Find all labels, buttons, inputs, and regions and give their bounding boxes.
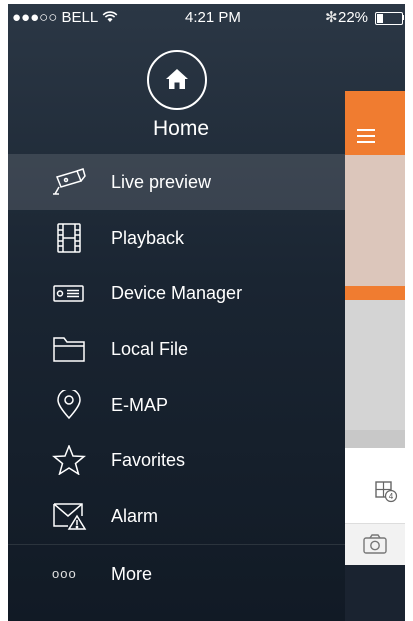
underlying-divider <box>345 430 405 448</box>
underlying-header <box>345 91 405 155</box>
menu-item-live-preview[interactable]: Live preview <box>8 154 345 210</box>
star-icon <box>52 445 86 476</box>
menu-label: Playback <box>111 227 185 248</box>
underlying-bottom <box>345 565 405 621</box>
carrier-name: BELL <box>61 9 98 26</box>
bluetooth-icon: ✻ <box>325 9 338 26</box>
ellipsis-icon: ooo <box>52 565 77 581</box>
menu-label: Live preview <box>111 172 212 192</box>
home-title: Home <box>152 117 210 140</box>
menu-label: Alarm <box>111 506 159 527</box>
menu-label: Local File <box>111 339 189 360</box>
snapshot-camera-icon[interactable] <box>362 533 388 560</box>
map-pin-icon <box>57 389 81 419</box>
battery-icon <box>375 12 403 25</box>
split-screen-icon[interactable]: 4 <box>375 481 399 508</box>
side-menu-panel: ●●●○○ BELL 4:21 PM ✻ 22% 4 Home Live pre… <box>8 4 405 621</box>
home-button[interactable] <box>147 50 207 110</box>
main-menu: Live preview Playback Device Manager Loc… <box>8 154 345 601</box>
underlying-video-pane <box>345 155 405 286</box>
menu-label: Device Manager <box>111 283 243 304</box>
menu-label: More <box>111 563 153 584</box>
split-count: 4 <box>389 492 394 501</box>
camera-icon <box>53 168 86 195</box>
menu-item-favorites[interactable]: Favorites <box>8 432 345 488</box>
battery-nub <box>402 15 404 20</box>
menu-label: E-MAP <box>111 394 169 415</box>
menu-item-playback[interactable]: Playback <box>8 210 345 266</box>
menu-label: Favorites <box>111 450 186 471</box>
clock: 4:21 PM <box>185 9 241 26</box>
menu-item-e-map[interactable]: E-MAP <box>8 377 345 433</box>
carrier-info: ●●●○○ BELL <box>12 9 118 26</box>
folder-icon <box>53 337 85 362</box>
status-bar: ●●●○○ BELL 4:21 PM ✻ 22% <box>8 4 405 32</box>
dvr-icon <box>53 285 84 303</box>
signal-strength: ●●●○○ <box>12 9 58 26</box>
menu-item-local-file[interactable]: Local File <box>8 321 345 377</box>
menu-item-alarm[interactable]: Alarm <box>8 488 345 544</box>
list-menu-icon[interactable] <box>357 129 375 147</box>
underlying-video-pane-2 <box>345 300 405 430</box>
alarm-envelope-icon <box>53 503 87 530</box>
film-icon <box>57 222 81 253</box>
underlying-accent-bar <box>345 286 405 300</box>
wifi-icon <box>102 11 118 22</box>
menu-item-device-manager[interactable]: Device Manager <box>8 265 345 321</box>
menu-item-more[interactable]: ooo More <box>8 545 345 601</box>
home-icon <box>166 69 188 89</box>
underlying-screen[interactable]: 4 <box>345 91 405 621</box>
battery-percent: 22% <box>338 9 369 26</box>
